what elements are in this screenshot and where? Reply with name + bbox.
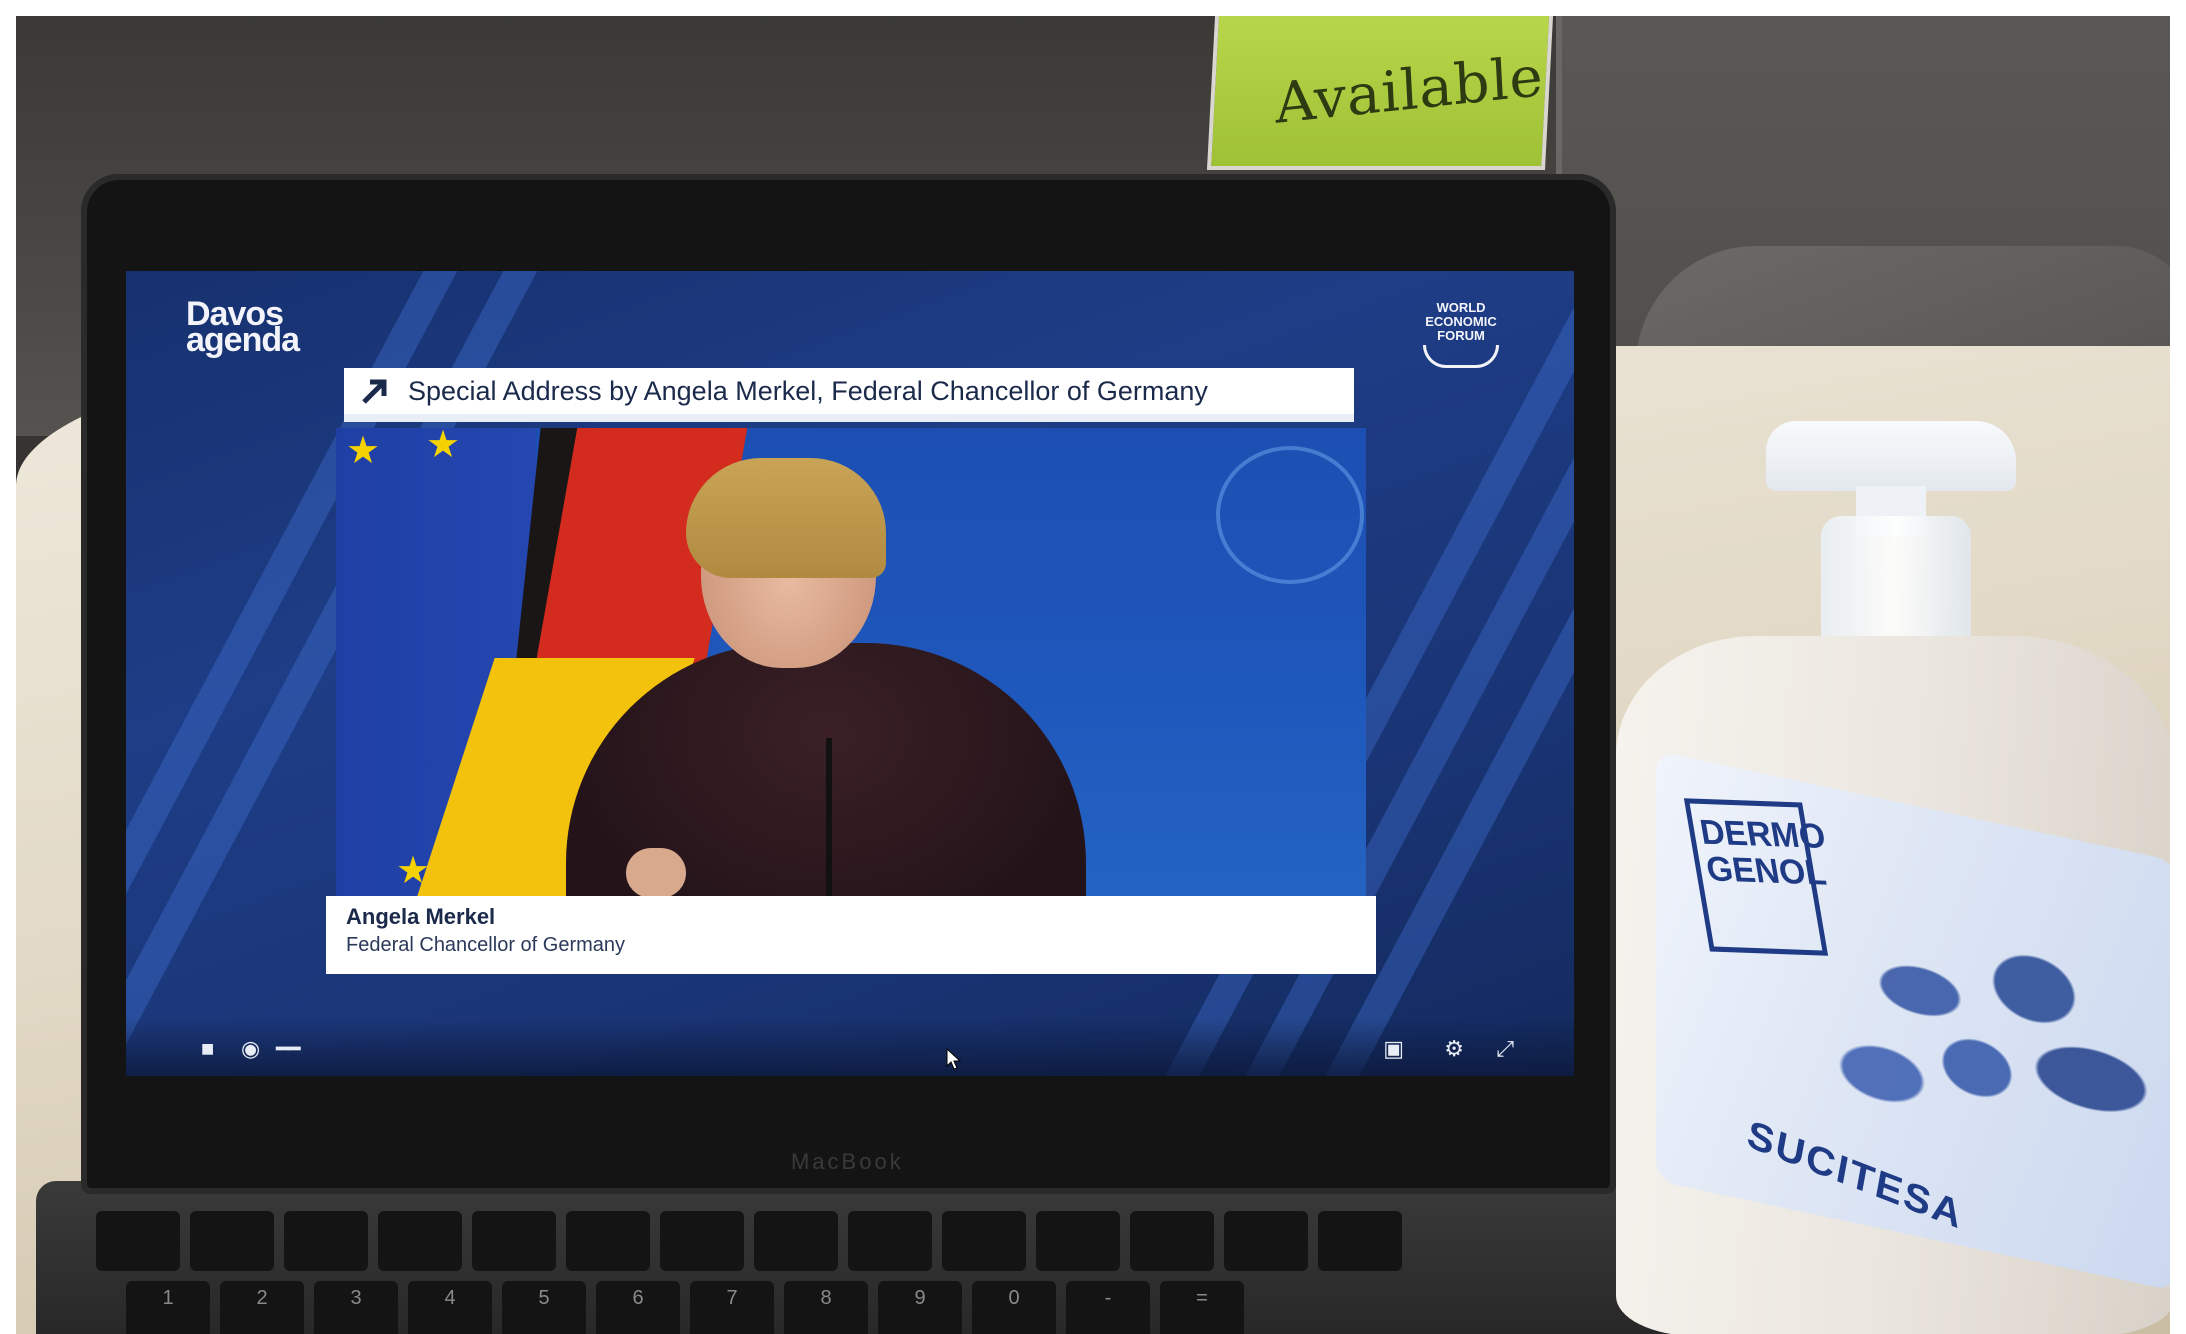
- volume-slider[interactable]: ━━: [276, 1036, 300, 1062]
- laptop-keyboard-deck: 1 2 3 4 5 6 7 8 9 0 - =: [36, 1181, 1696, 1334]
- brand-line: GENOL: [1703, 849, 1830, 893]
- keyboard-key: [754, 1211, 838, 1271]
- keyboard-row-numbers: 1 2 3 4 5 6 7 8 9 0 - =: [126, 1281, 1244, 1334]
- wef-logo-line: WORLD: [1436, 300, 1486, 315]
- sanitizer-bottle: DERMO GENOL SUCITESA: [1616, 636, 2170, 1334]
- star-icon: ★: [426, 428, 461, 466]
- germ-illustration: [1806, 862, 2170, 1204]
- player-controls: ■ ◉ ━━ ▣ ⚙ ⤢: [126, 1018, 1574, 1076]
- keyboard-key: 8: [784, 1281, 868, 1334]
- keyboard-key: [660, 1211, 744, 1271]
- bottle-neck: [1821, 516, 1971, 656]
- stop-icon[interactable]: ■: [201, 1036, 214, 1062]
- speaker-role: Federal Chancellor of Germany: [346, 934, 626, 956]
- keyboard-key: [1036, 1211, 1120, 1271]
- keyboard-key: [566, 1211, 650, 1271]
- bottle-label: DERMO GENOL SUCITESA: [1656, 750, 2170, 1292]
- session-title-bar: Special Address by Angela Merkel, Federa…: [344, 368, 1354, 422]
- brand-line: DERMO: [1697, 812, 1829, 857]
- product-brand: DERMO GENOL: [1683, 798, 1830, 956]
- laptop-brand: MacBook: [791, 1149, 904, 1174]
- photo-scene: Available 1 2 3 4 5 6 7 8 9 0 - = MacBoo…: [16, 16, 2170, 1334]
- keyboard-key: 3: [314, 1281, 398, 1334]
- davos-agenda-logo: Davos agenda: [186, 297, 300, 359]
- keyboard-row-function: [96, 1211, 1402, 1271]
- star-icon: ★: [346, 430, 381, 472]
- keyboard-key: [1130, 1211, 1214, 1271]
- sign-text: Available: [1273, 44, 1546, 137]
- wef-logo-line: ECONOMIC: [1425, 314, 1497, 329]
- keyboard-key: [190, 1211, 274, 1271]
- gear-icon[interactable]: ⚙: [1444, 1036, 1464, 1062]
- volume-icon[interactable]: ◉: [241, 1036, 260, 1062]
- keyboard-key: 4: [408, 1281, 492, 1334]
- speaker-hand: [626, 848, 686, 896]
- picture-in-picture-icon[interactable]: ▣: [1383, 1036, 1404, 1062]
- available-sign: Available: [1206, 16, 1554, 170]
- wef-logo: WORLD ECONOMIC FORUM: [1406, 301, 1516, 368]
- keyboard-key: [96, 1211, 180, 1271]
- wef-logo-line: FORUM: [1437, 328, 1485, 343]
- keyboard-key: [284, 1211, 368, 1271]
- keyboard-key: 9: [878, 1281, 962, 1334]
- keyboard-key: 6: [596, 1281, 680, 1334]
- davos-logo-line: agenda: [186, 321, 300, 359]
- fullscreen-icon[interactable]: ⤢: [1496, 1036, 1514, 1062]
- session-title: Special Address by Angela Merkel, Federa…: [408, 375, 1208, 406]
- keyboard-key: -: [1066, 1281, 1150, 1334]
- keyboard-key: 1: [126, 1281, 210, 1334]
- speaker-name: Angela Merkel: [346, 904, 496, 929]
- video-frame[interactable]: ★ ★ ★: [336, 428, 1366, 896]
- keyboard-key: 5: [502, 1281, 586, 1334]
- mouse-cursor-icon: [946, 1048, 962, 1070]
- keyboard-key: [942, 1211, 1026, 1271]
- arrow-up-right-icon: [362, 379, 387, 404]
- pump-head: [1766, 421, 2016, 491]
- keyboard-key: [1318, 1211, 1402, 1271]
- speaker-hair: [686, 458, 886, 578]
- speaker-lower-third: Angela Merkel Federal Chancellor of Germ…: [326, 896, 1376, 974]
- federal-eagle-emblem: [1216, 446, 1364, 584]
- keyboard-key: [1224, 1211, 1308, 1271]
- keyboard-key: [378, 1211, 462, 1271]
- keyboard-key: [472, 1211, 556, 1271]
- microphone: [826, 738, 832, 896]
- keyboard-key: 0: [972, 1281, 1056, 1334]
- wef-arc-icon: [1423, 345, 1499, 368]
- keyboard-key: [848, 1211, 932, 1271]
- keyboard-key: 2: [220, 1281, 304, 1334]
- keyboard-key: =: [1160, 1281, 1244, 1334]
- laptop-screen: Davos agenda WORLD ECONOMIC FORUM ★ ★ ★: [126, 271, 1574, 1076]
- keyboard-key: 7: [690, 1281, 774, 1334]
